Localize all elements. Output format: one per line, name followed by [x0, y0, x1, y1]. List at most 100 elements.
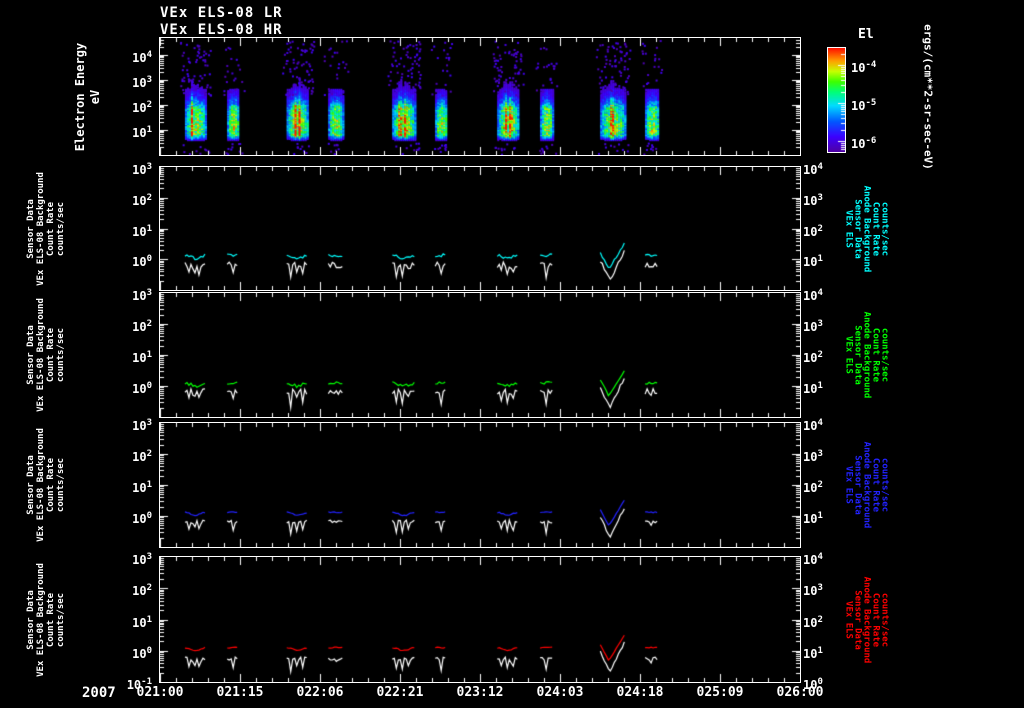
- line-panel-right-axis-title: counts/sec Count Rate Anode Background S…: [843, 576, 890, 663]
- plot-title-lr: VEx ELS-08 LR: [160, 5, 283, 21]
- line-panel-right-ytick: 103: [803, 449, 823, 464]
- exponent: 4: [817, 288, 823, 298]
- line-panel-right-ytick: 103: [803, 319, 823, 334]
- exponent: 2: [817, 480, 823, 490]
- x-tick-label: 022:21: [376, 685, 424, 700]
- exponent: -5: [865, 98, 877, 108]
- exponent: 0: [146, 511, 152, 521]
- exponent: 0: [146, 381, 152, 391]
- line-panel-left-axis-title: Sensor Data VEx ELS-08 Background Count …: [26, 562, 66, 677]
- line-panel-right-ytick: 102: [803, 223, 823, 239]
- exponent: 3: [146, 552, 152, 562]
- x-tick-label: 023:12: [456, 685, 504, 700]
- exponent: 2: [146, 449, 152, 459]
- colorbar-title: El: [858, 27, 874, 42]
- line-panel-left-ytick: 103: [132, 288, 152, 303]
- line-panel-left-ytick: 102: [132, 319, 152, 334]
- x-tick-label: 022:06: [296, 685, 344, 700]
- exponent: -4: [865, 60, 877, 70]
- line-panel-left-ytick: 102: [132, 449, 152, 464]
- exponent: 3: [146, 162, 152, 172]
- line-panel-right-ytick: 104: [803, 418, 823, 433]
- line-panel-2: [159, 166, 801, 291]
- exponent: 1: [817, 381, 823, 391]
- x-tick-label: 024:03: [536, 685, 584, 700]
- x-tick-label: 025:09: [696, 685, 744, 700]
- exponent: 3: [146, 288, 152, 298]
- spectrogram-ytick-label: 102: [132, 100, 152, 115]
- line-panel-right-ytick: 101: [803, 254, 823, 270]
- exponent: 0: [146, 254, 152, 265]
- exponent: 2: [146, 192, 152, 203]
- line-panel-left-axis-title: Sensor Data VEx ELS-08 Background Count …: [26, 298, 66, 412]
- exponent: 1: [146, 223, 152, 234]
- line-panel-3: [159, 292, 801, 418]
- line-panel-left-axis-title: Sensor Data VEx ELS-08 Background Count …: [26, 171, 66, 286]
- line-panel-canvas-5: [160, 557, 800, 682]
- line-panel-right-ytick: 101: [803, 381, 823, 396]
- line-panel-right-ytick: 103: [803, 192, 823, 208]
- x-tick-label: 024:18: [616, 685, 664, 700]
- exponent: 3: [817, 319, 823, 329]
- exponent: 3: [817, 583, 823, 594]
- spectrogram-ytick-label: 103: [132, 75, 152, 90]
- line-panel-right-ytick: 104: [803, 162, 823, 177]
- colorbar-units-label: ergs/(cm**2-sr-sec-eV): [921, 24, 935, 170]
- line-panel-right-ytick: 103: [803, 583, 823, 599]
- line-panel-left-ytick: 102: [132, 583, 152, 599]
- exponent: 2: [146, 100, 152, 110]
- line-panel-left-axis-title: Sensor Data VEx ELS-08 Background Count …: [26, 428, 66, 542]
- exponent: 3: [146, 75, 152, 85]
- line-panel-left-ytick: 10-1: [126, 677, 152, 692]
- line-panel-right-axis-title: counts/sec Count Rate Anode Background S…: [843, 311, 890, 399]
- line-panel-left-ytick: 102: [132, 192, 152, 208]
- line-panel-left-ytick: 103: [132, 162, 152, 177]
- exponent: 1: [146, 125, 152, 135]
- exponent: 4: [817, 418, 823, 428]
- exponent: 3: [817, 449, 823, 459]
- spectrogram-ytick-label: 101: [132, 125, 152, 140]
- plot-title-hr: VEx ELS-08 HR: [160, 22, 283, 38]
- line-panel-left-ytick: 100: [132, 511, 152, 526]
- colorbar-tick-label: 10-4: [851, 60, 877, 75]
- exponent: 0: [817, 677, 823, 687]
- exponent: 1: [146, 614, 152, 625]
- vex-els-figure: VEx ELS-08 LR VEx ELS-08 HR 2007 El ergs…: [0, 0, 1024, 708]
- line-panel-right-ytick: 101: [803, 511, 823, 526]
- line-panel-left-ytick: 103: [132, 418, 152, 433]
- exponent: 2: [146, 319, 152, 329]
- exponent: 4: [146, 50, 152, 60]
- colorbar-canvas: [828, 48, 845, 152]
- exponent: 0: [146, 645, 152, 656]
- line-panel-canvas-3: [160, 293, 800, 417]
- exponent: 1: [817, 511, 823, 521]
- colorbar-tick-label: 10-6: [851, 136, 877, 151]
- exponent: 1: [146, 350, 152, 360]
- exponent: 1: [817, 645, 823, 656]
- exponent: -6: [865, 136, 877, 146]
- line-panel-right-axis-title: counts/sec Count Rate Anode Background S…: [843, 441, 890, 529]
- line-panel-right-ytick: 102: [803, 614, 823, 630]
- exponent: 2: [817, 223, 823, 234]
- spectrogram-yaxis-title: Electron Energy eV: [73, 42, 102, 151]
- line-panel-right-axis-title: counts/sec Count Rate Anode Background S…: [843, 185, 890, 272]
- spectrogram-ytick-label: 104: [132, 50, 152, 65]
- line-panel-4: [159, 422, 801, 548]
- exponent: 2: [817, 350, 823, 360]
- line-panel-canvas-4: [160, 423, 800, 547]
- line-panel-right-ytick: 102: [803, 480, 823, 495]
- exponent: 2: [817, 614, 823, 625]
- spectrogram-canvas: [160, 38, 800, 155]
- line-panel-left-ytick: 103: [132, 552, 152, 567]
- line-panel-left-ytick: 101: [132, 480, 152, 495]
- line-panel-left-ytick: 100: [132, 254, 152, 270]
- exponent: 1: [817, 254, 823, 265]
- line-panel-right-ytick: 104: [803, 288, 823, 303]
- exponent: 3: [146, 418, 152, 428]
- line-panel-right-ytick: 102: [803, 350, 823, 365]
- exponent: 3: [817, 192, 823, 203]
- exponent: 1: [146, 480, 152, 490]
- line-panel-left-ytick: 101: [132, 223, 152, 239]
- line-panel-right-ytick: 101: [803, 645, 823, 661]
- colorbar: [827, 47, 846, 153]
